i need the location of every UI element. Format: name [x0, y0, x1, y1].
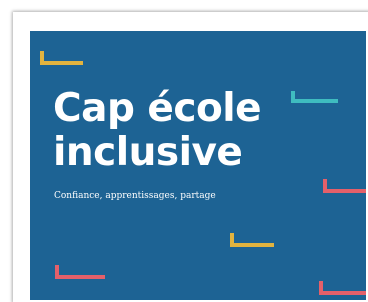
cover-title: Cap école inclusive: [53, 86, 262, 175]
image-frame: Cap école inclusive Confiance, apprentis…: [13, 12, 368, 302]
cover-image: Cap école inclusive Confiance, apprentis…: [30, 31, 366, 300]
cover-title-line-2: inclusive: [53, 130, 243, 175]
cover-title-line-1: Cap école: [53, 86, 262, 131]
cover-subtitle: Confiance, apprentissages, partage: [54, 191, 216, 201]
